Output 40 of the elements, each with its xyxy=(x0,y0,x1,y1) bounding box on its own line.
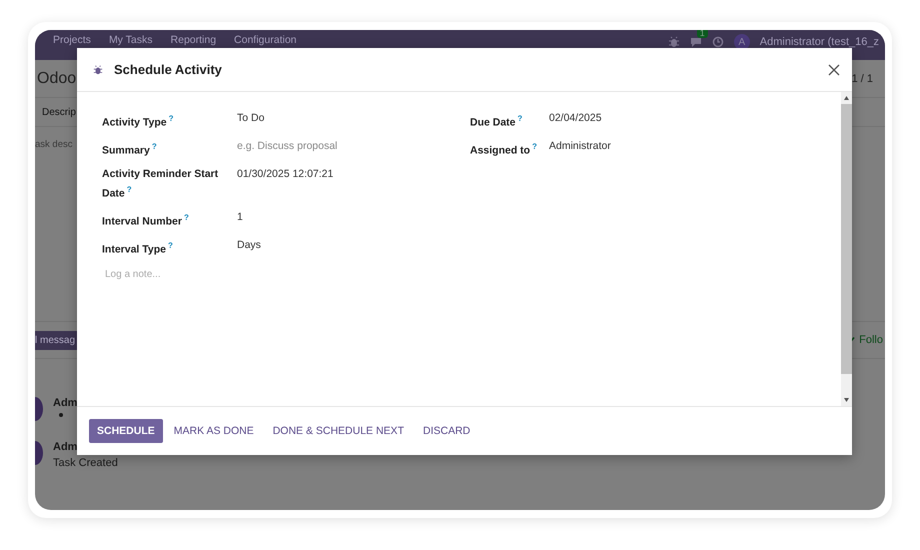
dialog-title: Schedule Activity xyxy=(114,62,223,77)
dialog-button[interactable]: DISCARD xyxy=(414,419,478,443)
send-message-button[interactable]: l messag xyxy=(35,330,78,350)
description-field[interactable]: ask desc xyxy=(35,137,75,152)
description-tab[interactable]: Descrip xyxy=(42,106,76,118)
input-field[interactable]: 01/30/2025 12:07:21 xyxy=(237,164,377,184)
menu-item[interactable]: Reporting xyxy=(170,34,216,46)
message-author: Adm xyxy=(53,441,78,453)
menu-item[interactable]: My Tasks xyxy=(108,34,153,46)
bug-icon xyxy=(93,64,103,74)
field-label: Due Date $^{?}$ xyxy=(470,113,524,130)
field-label: Activity Reminder Start Date $^{?}$ xyxy=(102,167,220,202)
breadcrumb[interactable]: Odoo xyxy=(37,70,76,88)
message-author: Adm xyxy=(53,397,78,409)
dialog-button[interactable]: SCHEDULE xyxy=(89,419,163,443)
dialog-button[interactable]: MARK AS DONE xyxy=(166,419,262,443)
scrollbar[interactable] xyxy=(841,92,852,406)
bug-icon[interactable] xyxy=(668,36,680,48)
input-field[interactable]: 1 xyxy=(237,206,377,226)
menu-item[interactable]: Projects xyxy=(53,34,91,46)
field-label: Summary $^{?}$ xyxy=(102,141,158,158)
count-badge: 1 xyxy=(696,30,708,38)
bullet-icon xyxy=(59,413,63,417)
dialog-button[interactable]: DONE & SCHEDULE NEXT xyxy=(264,419,412,443)
input-field[interactable]: 02/04/2025 xyxy=(549,108,689,128)
input-field[interactable]: Days xyxy=(237,234,377,254)
input-field[interactable]: To Do xyxy=(237,108,377,128)
field-label: Assigned to $^{?}$ xyxy=(470,141,538,158)
clock-icon[interactable] xyxy=(712,36,724,48)
message-body: Task Created xyxy=(53,457,118,469)
field-label: Interval Type $^{?}$ xyxy=(102,240,174,257)
menu-item[interactable]: Configuration xyxy=(234,34,297,46)
pager: 1 / 1 xyxy=(852,72,874,84)
input-field[interactable]: e.g. Discuss proposal xyxy=(237,136,377,156)
user-name[interactable]: Administrator (test_16_z xyxy=(760,36,879,48)
input-field[interactable]: Administrator xyxy=(549,136,689,156)
chat-icon[interactable] xyxy=(690,36,702,48)
close-icon[interactable] xyxy=(828,64,840,76)
field-label: Activity Type $^{?}$ xyxy=(102,113,174,130)
field-label: Interval Number $^{?}$ xyxy=(102,212,190,229)
